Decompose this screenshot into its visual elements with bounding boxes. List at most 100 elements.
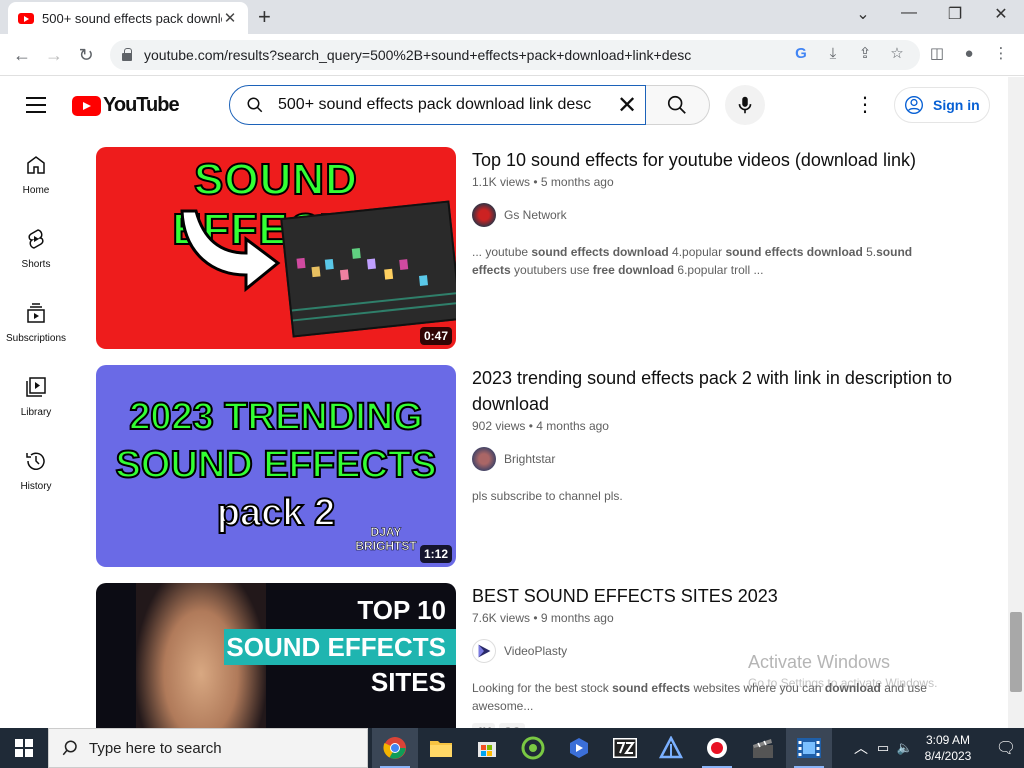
green-circle-app-icon xyxy=(521,736,545,760)
search-box[interactable]: ✕ xyxy=(229,85,646,125)
video-thumbnail[interactable]: TOP 10 SOUND EFFECTS SITES xyxy=(96,583,456,728)
taskbar-store[interactable] xyxy=(464,728,510,768)
taskbar-app-triangle[interactable] xyxy=(648,728,694,768)
video-meta: 1.1K views • 5 months ago xyxy=(472,175,614,189)
snippet-keyword: sound effects download xyxy=(725,245,863,259)
taskbar-app-green[interactable] xyxy=(510,728,556,768)
taskbar-clock[interactable]: 3:09 AM 8/4/2023 xyxy=(916,732,980,764)
channel-link[interactable]: Gs Network xyxy=(472,203,972,227)
microphone-icon xyxy=(738,96,752,114)
reload-icon[interactable]: ↻ xyxy=(74,43,98,67)
taskbar-chrome[interactable] xyxy=(372,728,418,768)
snippet-text: ... youtube xyxy=(472,245,532,259)
video-snippet: pls subscribe to channel pls. xyxy=(472,487,952,505)
channel-name[interactable]: Brightstar xyxy=(504,452,555,466)
channel-avatar[interactable] xyxy=(472,447,496,471)
taskbar-file-explorer[interactable] xyxy=(418,728,464,768)
sidebar-item-shorts[interactable]: Shorts xyxy=(0,207,72,281)
settings-more-icon[interactable]: ⋮ xyxy=(853,93,877,117)
taskbar-search-box[interactable]: Type here to search xyxy=(48,728,368,768)
video-thumbnail[interactable]: SOUND EFFECTS 0:47 xyxy=(96,147,456,349)
thumbnail-credit: BRIGHTST xyxy=(355,539,417,554)
voice-search-button[interactable] xyxy=(725,85,765,125)
video-duration: 1:12 xyxy=(419,545,452,563)
volume-icon[interactable]: 🔈 xyxy=(894,740,916,756)
share-icon[interactable]: ⇪ xyxy=(854,43,876,65)
browser-toolbar: ← → ↻ youtube.com/results?search_query=5… xyxy=(0,34,1024,76)
sidebar-item-history[interactable]: History xyxy=(0,429,72,503)
search-input[interactable] xyxy=(278,96,609,114)
notifications-icon[interactable]: 🗨 xyxy=(988,738,1024,758)
network-icon[interactable]: ▭ xyxy=(872,740,894,756)
video-thumbnail[interactable]: 2023 TRENDING SOUND EFFECTS pack 2 DJAY … xyxy=(96,365,456,567)
clear-search-icon[interactable]: ✕ xyxy=(609,91,645,120)
video-info: BEST SOUND EFFECTS SITES 2023 7.6K views… xyxy=(472,583,972,728)
forward-arrow-icon[interactable]: → xyxy=(42,43,66,67)
search-button-icon xyxy=(667,95,686,114)
side-panel-icon[interactable]: ◫ xyxy=(926,43,948,65)
search-button[interactable] xyxy=(646,85,710,125)
store-icon xyxy=(478,742,496,757)
thumbnail-credit: DJAY xyxy=(370,525,402,540)
snippet-keyword: free download xyxy=(592,263,675,277)
chrome-icon xyxy=(383,737,406,759)
video-snippet: ... youtube sound effects download 4.pop… xyxy=(472,243,952,279)
taskbar-7zip[interactable] xyxy=(602,728,648,768)
video-duration: 0:47 xyxy=(419,327,452,345)
thumbnail-line: SOUND EFFECTS xyxy=(115,443,438,487)
windows-taskbar: Type here to search ︿ ▭ 🔈 3:09 AM 8/4/20… xyxy=(0,728,1024,768)
minimize-icon[interactable]: — xyxy=(894,4,924,22)
shorts-icon xyxy=(28,229,44,249)
history-icon xyxy=(26,452,45,470)
tray-chevron-icon[interactable]: ︿ xyxy=(850,738,872,758)
tab-title: 500+ sound effects pack downlo xyxy=(42,10,222,26)
snippet-keyword: sound effects download xyxy=(531,245,669,259)
video-title[interactable]: 2023 trending sound effects pack 2 with … xyxy=(472,365,972,417)
sidebar-item-library[interactable]: Library xyxy=(0,355,72,429)
install-icon[interactable]: ⤓ xyxy=(822,43,844,65)
snippet-text: 5. xyxy=(862,245,877,259)
browser-tab-bar: 500+ sound effects pack downlo ✕ + ⌄ — ❐… xyxy=(0,0,1024,34)
taskbar-app-blue[interactable] xyxy=(556,728,602,768)
hamburger-menu-icon[interactable] xyxy=(26,97,46,113)
upload-age: 9 months ago xyxy=(540,611,614,625)
channel-name[interactable]: Gs Network xyxy=(504,208,567,222)
upload-age: 5 months ago xyxy=(540,175,614,189)
sidebar-item-subscriptions[interactable]: Subscriptions xyxy=(0,281,72,355)
taskbar-search-placeholder: Type here to search xyxy=(89,739,222,757)
tab-search-chevron-icon[interactable]: ⌄ xyxy=(848,4,878,24)
profile-icon[interactable]: ● xyxy=(958,43,980,65)
channel-link[interactable]: VideoPlasty xyxy=(472,639,972,663)
chrome-menu-icon[interactable]: ⋮ xyxy=(990,43,1012,65)
taskbar-video-editor[interactable] xyxy=(740,728,786,768)
channel-avatar[interactable] xyxy=(472,639,496,663)
sidebar-label-shorts: Shorts xyxy=(21,259,51,270)
video-title[interactable]: BEST SOUND EFFECTS SITES 2023 xyxy=(472,583,972,609)
back-arrow-icon[interactable]: ← xyxy=(10,43,34,67)
sidebar-item-home[interactable]: Home xyxy=(0,133,72,207)
channel-name[interactable]: VideoPlasty xyxy=(504,644,567,658)
taskbar-film-app[interactable] xyxy=(786,728,832,768)
sign-in-button[interactable]: Sign in xyxy=(894,87,990,123)
start-button[interactable] xyxy=(0,728,48,768)
film-strip-icon xyxy=(797,738,821,758)
bookmark-star-icon[interactable]: ☆ xyxy=(886,43,908,65)
youtube-logo[interactable]: YouTube xyxy=(72,94,180,117)
channel-avatar[interactable] xyxy=(472,203,496,227)
taskbar-recorder[interactable] xyxy=(694,728,740,768)
lock-icon xyxy=(122,48,132,61)
google-icon[interactable]: G xyxy=(790,43,812,65)
snippet-keyword: sound effects xyxy=(612,681,691,695)
video-title[interactable]: Top 10 sound effects for youtube videos … xyxy=(472,147,972,173)
new-tab-icon[interactable]: + xyxy=(258,6,271,28)
tab-close-icon[interactable]: ✕ xyxy=(222,9,238,27)
thumbnail-line: SOUND EFFECTS xyxy=(224,629,456,665)
channel-link[interactable]: Brightstar xyxy=(472,447,972,471)
maximize-icon[interactable]: ❐ xyxy=(940,4,970,24)
windows-logo-icon xyxy=(15,739,33,757)
video-info: 2023 trending sound effects pack 2 with … xyxy=(472,365,972,505)
sign-in-label: Sign in xyxy=(933,97,980,113)
browser-tab[interactable]: 500+ sound effects pack downlo ✕ xyxy=(8,2,248,34)
close-window-icon[interactable]: ✕ xyxy=(986,4,1016,24)
page-scrollbar-thumb[interactable] xyxy=(1010,612,1022,692)
